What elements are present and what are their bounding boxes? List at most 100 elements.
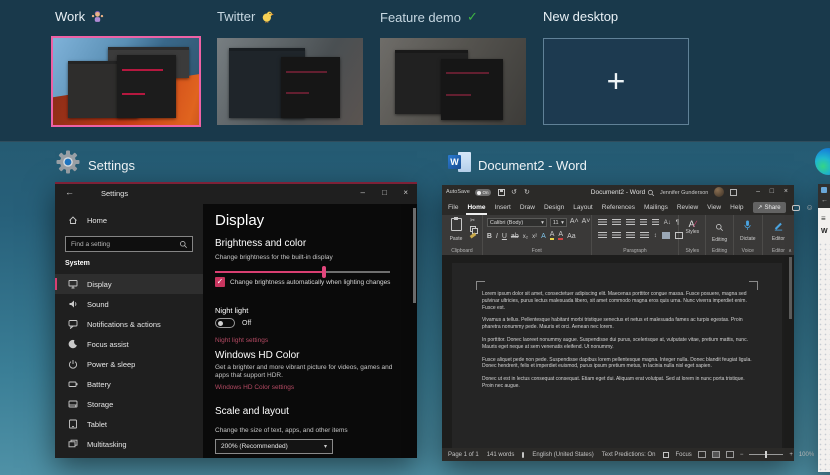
toggle-off[interactable]: [215, 318, 235, 328]
tab-insert[interactable]: Insert: [495, 204, 511, 211]
tab-mailings[interactable]: Mailings: [644, 204, 668, 211]
ribbon-options-icon[interactable]: [730, 189, 737, 196]
desktop-label-feature-demo[interactable]: Feature demo ✓: [380, 9, 478, 25]
language-indicator[interactable]: English (United States): [532, 452, 593, 458]
tab-home[interactable]: Home: [467, 204, 485, 211]
close-button[interactable]: ×: [403, 188, 408, 197]
grow-font-icon[interactable]: A˄: [570, 218, 579, 227]
sidebar-item-home[interactable]: Home: [55, 210, 203, 230]
sort-icon[interactable]: A↓: [664, 220, 671, 226]
comments-icon[interactable]: [792, 205, 800, 211]
sidebar-item-tablet[interactable]: Tablet: [55, 414, 203, 434]
settings-scrollbar[interactable]: [413, 208, 416, 454]
zoom-slider[interactable]: [749, 451, 783, 458]
zoom-in-button[interactable]: +: [789, 452, 793, 458]
paste-button[interactable]: Paste: [447, 218, 465, 242]
align-center-icon[interactable]: [612, 232, 621, 239]
justify-icon[interactable]: [640, 232, 649, 239]
close-button[interactable]: ×: [784, 188, 788, 195]
minimize-button[interactable]: –: [756, 188, 760, 195]
undo-icon[interactable]: ↺: [511, 188, 517, 196]
partial-browser-window[interactable]: ← ≡ W: [818, 184, 830, 472]
tab-layout[interactable]: Layout: [573, 204, 593, 211]
sidebar-item-focus-assist[interactable]: Focus assist: [55, 334, 203, 354]
back-button[interactable]: ←: [65, 187, 74, 197]
editing-button[interactable]: Editing: [706, 219, 732, 243]
share-button[interactable]: ↗ Share: [753, 202, 786, 213]
cut-icon[interactable]: ✂: [470, 218, 476, 224]
word-window[interactable]: AutoSave On ↺ ↻ Document2 - Word Jennife…: [442, 185, 794, 461]
increase-indent-icon[interactable]: [652, 219, 659, 226]
strikethrough-button[interactable]: ab: [511, 233, 519, 240]
desktop-thumbnail-twitter[interactable]: [217, 38, 363, 125]
read-mode-icon[interactable]: [698, 451, 706, 458]
decrease-indent-icon[interactable]: [640, 219, 647, 226]
multilevel-list-icon[interactable]: [626, 219, 635, 226]
feedback-smiley-icon[interactable]: ☺: [806, 204, 814, 212]
underline-button[interactable]: U: [502, 233, 507, 240]
align-right-icon[interactable]: [626, 232, 635, 239]
hamburger-menu-icon[interactable]: ≡: [821, 214, 826, 223]
sidebar-item-multitasking[interactable]: Multitasking: [55, 434, 203, 454]
word-count[interactable]: 141 words: [487, 452, 515, 458]
styles-button[interactable]: A∕ Styles: [679, 219, 705, 235]
save-icon[interactable]: [498, 189, 505, 196]
autosave-toggle[interactable]: On: [475, 189, 491, 196]
shrink-font-icon[interactable]: A˅: [582, 218, 591, 227]
sidebar-item-battery[interactable]: Battery: [55, 374, 203, 394]
document-page[interactable]: Lorem ipsum dolor sit amet, consectetuer…: [452, 263, 782, 448]
search-input[interactable]: [65, 236, 193, 252]
desktop-thumbnail-work[interactable]: [51, 36, 201, 127]
text-predictions-indicator[interactable]: Text Predictions: On: [602, 452, 656, 458]
italic-button[interactable]: I: [496, 233, 498, 240]
checkbox-checked[interactable]: ✓: [215, 277, 225, 287]
print-layout-icon[interactable]: [712, 451, 720, 458]
proofing-icon[interactable]: [522, 452, 524, 458]
font-color-button[interactable]: A: [558, 231, 563, 240]
copy-icon[interactable]: [470, 226, 476, 232]
font-name-dropdown[interactable]: Calibri (Body)▾: [487, 218, 547, 227]
settings-window[interactable]: ← Settings – □ × Home System: [55, 182, 417, 458]
superscript-button[interactable]: x²: [532, 234, 537, 240]
line-spacing-icon[interactable]: ↕: [654, 233, 657, 239]
maximize-button[interactable]: □: [382, 188, 387, 197]
back-icon[interactable]: ←: [821, 197, 828, 204]
collapse-ribbon-icon[interactable]: ∧: [788, 248, 792, 254]
tab-references[interactable]: References: [602, 204, 635, 211]
user-avatar[interactable]: [714, 187, 724, 197]
sidebar-item-display[interactable]: Display: [55, 274, 203, 294]
zoom-level[interactable]: 100%: [799, 452, 814, 458]
editor-button[interactable]: Editor: [763, 218, 794, 242]
document-scrollbar[interactable]: [789, 257, 792, 446]
sidebar-item-storage[interactable]: Storage: [55, 394, 203, 414]
highlight-color-button[interactable]: A: [550, 231, 555, 240]
maximize-button[interactable]: □: [770, 188, 774, 195]
bold-button[interactable]: B: [487, 233, 492, 240]
shading-icon[interactable]: [662, 232, 670, 239]
focus-button[interactable]: Focus: [675, 452, 691, 458]
zoom-out-button[interactable]: −: [740, 452, 744, 458]
bullet-list-icon[interactable]: [598, 219, 607, 226]
scrollbar-thumb[interactable]: [789, 257, 792, 319]
align-left-icon[interactable]: [598, 232, 607, 239]
minimize-button[interactable]: –: [361, 188, 365, 197]
font-size-dropdown[interactable]: 11▾: [550, 218, 567, 227]
scale-dropdown[interactable]: 200% (Recommended) ▾: [215, 439, 333, 454]
redo-icon[interactable]: ↻: [524, 188, 530, 196]
desktop-label-twitter[interactable]: Twitter: [217, 9, 274, 24]
desktop-thumbnail-feature-demo[interactable]: [380, 38, 526, 125]
night-light-settings-link[interactable]: Night light settings: [215, 337, 268, 344]
tab-help[interactable]: Help: [730, 204, 743, 211]
text-effects-button[interactable]: A: [541, 233, 546, 240]
user-name[interactable]: Jennifer Gunderson: [660, 190, 708, 196]
hd-color-settings-link[interactable]: Windows HD Color settings: [215, 384, 294, 391]
subscript-button[interactable]: x₂: [523, 234, 528, 240]
tab-design[interactable]: Design: [544, 204, 564, 211]
format-painter-icon[interactable]: [470, 233, 477, 239]
sidebar-item-sound[interactable]: Sound: [55, 294, 203, 314]
tab-review[interactable]: Review: [677, 204, 698, 211]
sidebar-item-power-sleep[interactable]: Power & sleep: [55, 354, 203, 374]
tab-view[interactable]: View: [707, 204, 721, 211]
scrollbar-thumb[interactable]: [413, 208, 416, 303]
dictate-button[interactable]: Dictate: [734, 218, 762, 242]
